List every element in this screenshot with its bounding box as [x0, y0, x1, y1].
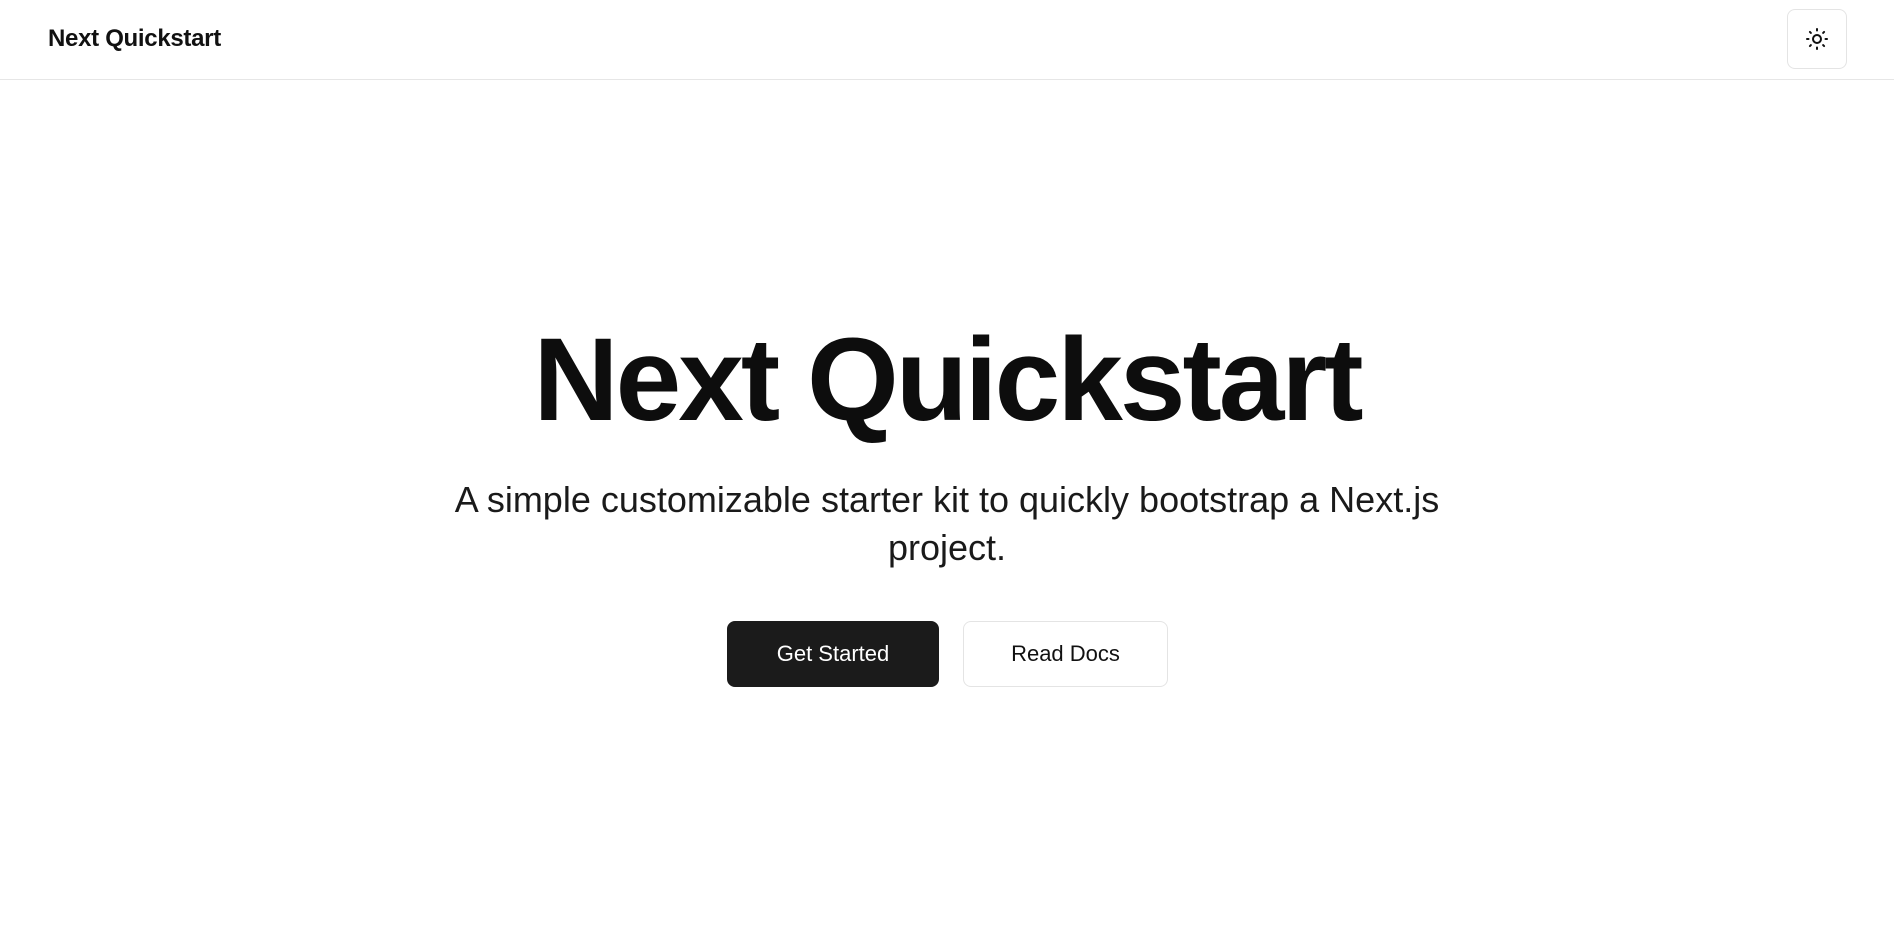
read-docs-button[interactable]: Read Docs — [963, 621, 1168, 687]
hero-title: Next Quickstart — [533, 314, 1363, 446]
site-header: Next Quickstart — [0, 0, 1894, 80]
get-started-button[interactable]: Get Started — [727, 621, 939, 687]
brand-link[interactable]: Next Quickstart — [48, 24, 221, 54]
sun-icon — [1805, 27, 1829, 51]
theme-toggle-button[interactable] — [1787, 9, 1847, 69]
hero-subtitle: A simple customizable starter kit to qui… — [454, 479, 1440, 568]
